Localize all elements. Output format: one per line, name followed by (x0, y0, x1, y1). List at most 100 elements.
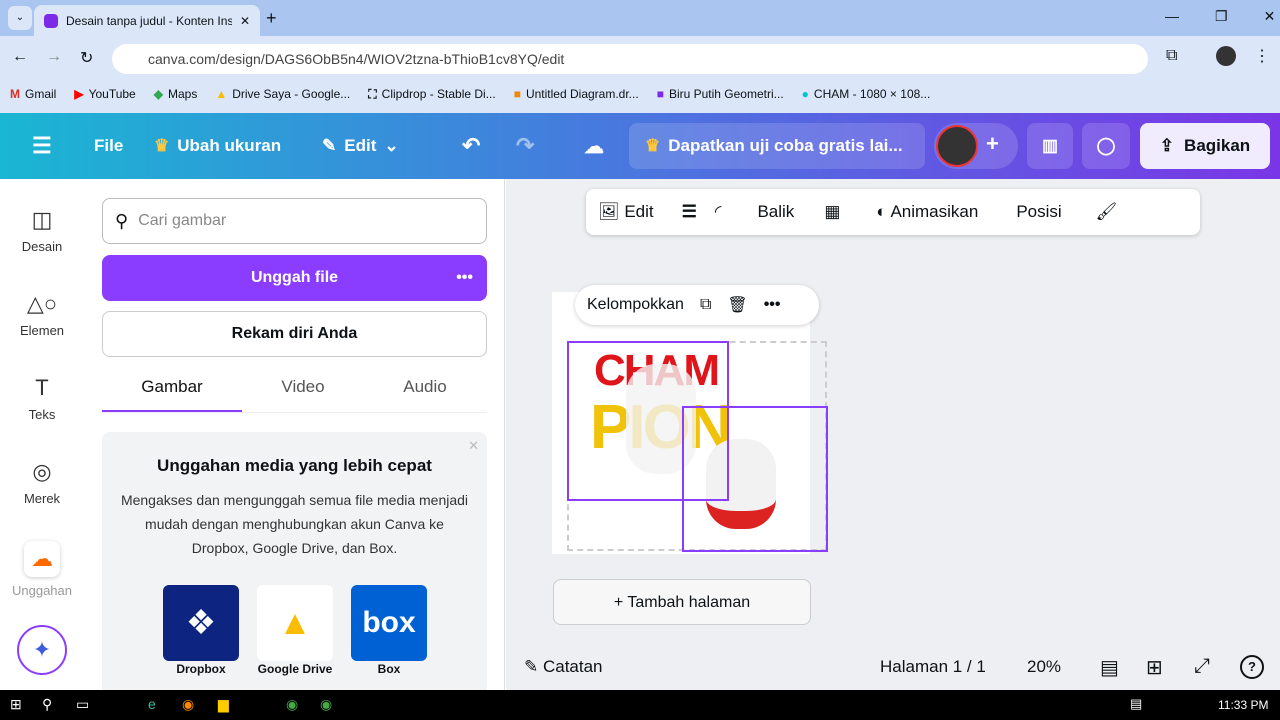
bookmark-gmail[interactable]: M Gmail (10, 87, 56, 101)
box-button[interactable]: box (351, 585, 427, 661)
rail-uploads[interactable]: ☁ Unggahan (0, 541, 84, 598)
edit-image-button[interactable]: 🖼 Edit (598, 202, 654, 222)
uploads-panel: ⚲ Cari gambar Unggah file ••• Rekam diri A… (84, 179, 505, 690)
browser-tab-active[interactable]: Desain tanpa judul - Konten Ins ✕ (34, 5, 260, 36)
cloud-saved-icon[interactable]: ☁ (584, 113, 604, 179)
close-icon[interactable]: ✕ (468, 438, 479, 454)
trial-button[interactable]: ♛ Dapatkan uji coba gratis lai... (629, 123, 925, 169)
bookmark-youtube[interactable]: ▶ YouTube (74, 87, 135, 101)
bookmark-clipdrop[interactable]: ⛶ Clipdrop - Stable Di... (368, 87, 495, 102)
file-menu[interactable]: File (94, 113, 123, 179)
menu-icon[interactable]: ⋮ (1254, 46, 1270, 66)
rail-design[interactable]: ◫ Desain (0, 207, 84, 254)
duplicate-icon[interactable]: ⧉ (700, 296, 711, 314)
canva-favicon-icon (44, 13, 58, 28)
position-button[interactable]: Posisi (1016, 202, 1061, 222)
windows-taskbar: ⊞ ⚲ ▭ e ◉ ▆ ◉ ◉ ▤ 11:33 PM (0, 690, 1280, 720)
menu-hamburger-icon[interactable]: ☰ (32, 113, 52, 179)
minimize-button[interactable]: — (1165, 8, 1179, 25)
page-indicator[interactable]: Halaman 1 / 1 (880, 657, 986, 677)
bookmark-diagram[interactable]: ■ Untitled Diagram.dr... (514, 87, 639, 101)
help-icon[interactable]: ? (1240, 655, 1264, 679)
transparency-icon[interactable]: ▦ (824, 202, 840, 222)
selection-box-2[interactable] (682, 406, 828, 552)
google-drive-label: Google Drive (257, 662, 333, 676)
search-input[interactable]: ⚲ Cari gambar (102, 198, 487, 244)
new-tab-button[interactable]: + (266, 8, 277, 29)
firefox-icon[interactable]: ◉ (182, 696, 194, 713)
dropbox-button[interactable]: ❖ (163, 585, 239, 661)
collaborators[interactable]: + (934, 123, 1018, 169)
rail-text[interactable]: T Teks (0, 375, 84, 422)
search-icon: ⚲ (115, 210, 129, 231)
reload-icon[interactable]: ↻ (80, 48, 93, 68)
border-style-icon[interactable]: ☰ (682, 202, 697, 222)
upload-file-button[interactable]: Unggah file ••• (102, 255, 487, 301)
brand-icon: ◎ (32, 459, 52, 484)
clock[interactable]: 11:33 PM (1218, 698, 1268, 712)
tab-audio[interactable]: Audio (364, 377, 486, 412)
flip-button[interactable]: Balik (757, 202, 794, 222)
url-text: canva.com/design/DAGS6ObB5n4/WIOV2tzna-b… (148, 51, 565, 67)
box-label: Box (377, 662, 401, 676)
edit-mode-button[interactable]: ✎ Edit ⌄ (322, 113, 399, 179)
more-icon: ••• (456, 269, 473, 286)
copy-style-icon[interactable]: 🖌 (1096, 202, 1118, 222)
tab-images[interactable]: Gambar (102, 377, 242, 412)
bookmark-drive[interactable]: ▲ Drive Saya - Google... (215, 87, 350, 101)
zoom-level[interactable]: 20% (1027, 657, 1061, 677)
add-collaborator-icon: + (986, 131, 999, 156)
chrome-active-icon[interactable]: ◉ (320, 696, 332, 713)
start-icon[interactable]: ⊞ (10, 696, 22, 713)
corner-rounding-icon[interactable]: ◜ (715, 202, 722, 222)
thumbnail-view-icon[interactable]: ⊞ (1146, 655, 1163, 680)
share-button[interactable]: ⇪ Bagikan (1140, 123, 1270, 169)
google-drive-button[interactable]: ▲ (257, 585, 333, 661)
tab-title: Desain tanpa judul - Konten Ins (66, 13, 232, 28)
image-toolbar: 🖼 Edit ☰ ◜ Balik ▦ ◐ Animasikan Posisi 🖌 (586, 189, 1200, 235)
bookmark-cham[interactable]: ● CHAM - 1080 × 108... (802, 87, 931, 101)
canva-header: ☰ File ♛ Ubah ukuran ✎ Edit ⌄ ↶ ↷ ☁ ♛ Dapatk… (0, 113, 1280, 179)
task-view-icon[interactable]: ▭ (76, 696, 89, 713)
extensions-icon[interactable]: ⧉ (1166, 47, 1177, 65)
back-icon[interactable]: ← (12, 48, 28, 66)
restore-button[interactable]: ❐ (1215, 8, 1228, 25)
rail-brand[interactable]: ◎ Merek (0, 459, 84, 506)
notes-button[interactable]: ✎ Catatan (524, 657, 603, 677)
url-input[interactable]: canva.com/design/DAGS6ObB5n4/WIOV2tzna-b… (112, 44, 1148, 74)
insights-icon[interactable]: ▥ (1027, 123, 1073, 169)
undo-icon[interactable]: ↶ (462, 113, 480, 179)
record-yourself-button[interactable]: Rekam diri Anda (102, 311, 487, 357)
tab-video[interactable]: Video (242, 377, 364, 412)
bookmark-maps[interactable]: ◆ Maps (154, 87, 198, 101)
forward-icon[interactable]: → (46, 48, 62, 66)
add-page-button[interactable]: + Tambah halaman (553, 579, 811, 625)
rail-elements[interactable]: △○ Elemen (0, 291, 84, 338)
grid-view-icon[interactable]: ▤ (1100, 655, 1119, 680)
text-icon: T (35, 375, 49, 400)
profile-avatar[interactable] (1216, 46, 1236, 66)
comment-icon[interactable]: ◯ (1082, 123, 1130, 169)
edge-icon[interactable]: e (148, 696, 156, 712)
close-window-button[interactable]: ✕ (1264, 8, 1276, 25)
more-options-icon[interactable]: ••• (764, 296, 781, 314)
chrome-icon[interactable]: ◉ (286, 696, 298, 713)
layout-icon: ◫ (31, 207, 53, 232)
bookmarks-bar: M Gmail ▶ YouTube ◆ Maps ▲ Drive Saya - Goog… (0, 82, 1280, 106)
search-taskbar-icon[interactable]: ⚲ (42, 696, 52, 713)
close-tab-icon[interactable]: ✕ (240, 14, 250, 28)
notification-icon[interactable]: ▤ (1130, 696, 1142, 712)
group-button[interactable]: Kelompokkan (587, 296, 684, 314)
context-menu: Kelompokkan ⧉ 🗑 ••• (575, 285, 819, 325)
pencil-icon: ✎ (322, 136, 337, 155)
redo-icon[interactable]: ↷ (516, 113, 534, 179)
bookmark-biru[interactable]: ■ Biru Putih Geometri... (657, 87, 784, 101)
user-avatar (936, 125, 978, 167)
resize-button[interactable]: ♛ Ubah ukuran (154, 113, 281, 179)
tab-search-button[interactable]: ⌄ (8, 6, 32, 30)
animate-button[interactable]: ◐ Animasikan (876, 202, 978, 222)
magic-assistant-icon[interactable]: ✦ (17, 625, 67, 675)
file-explorer-icon[interactable]: ▆ (218, 696, 229, 713)
fullscreen-icon[interactable]: ⤢ (1194, 655, 1210, 678)
delete-icon[interactable]: 🗑 (727, 295, 747, 315)
